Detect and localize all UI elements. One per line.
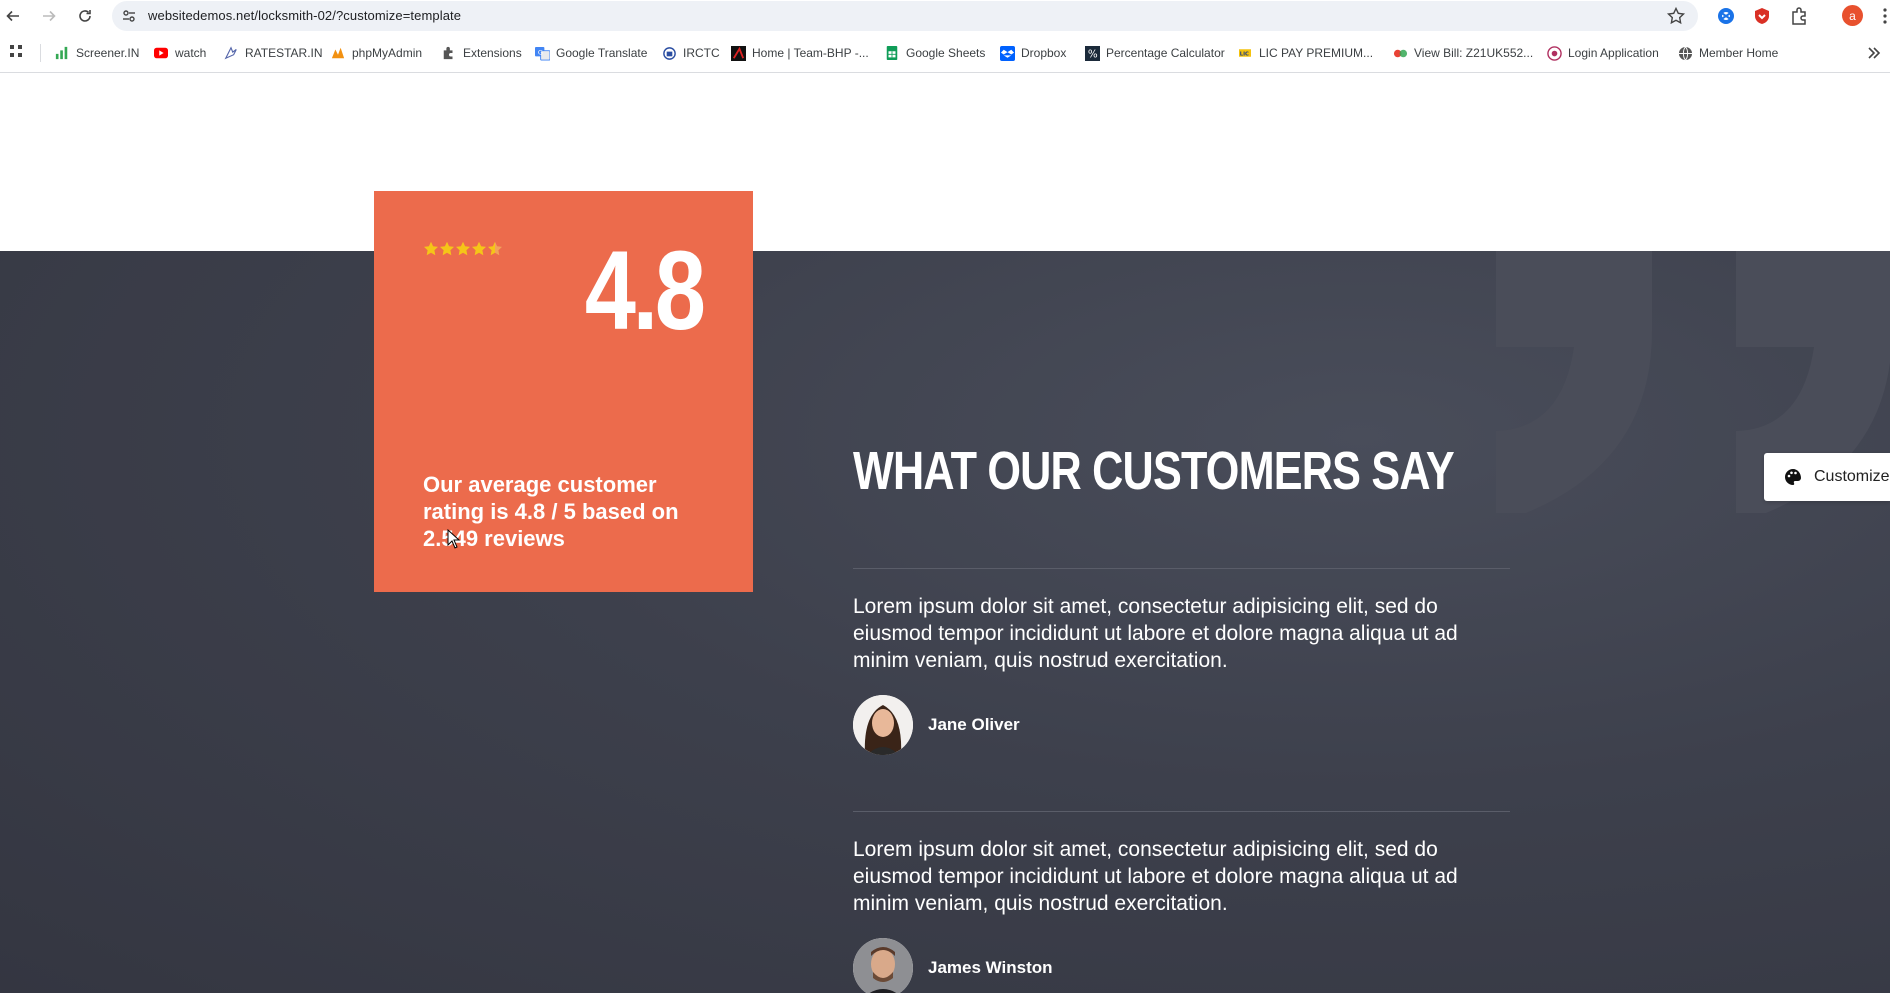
forward-icon[interactable] [37,4,61,28]
svg-text:LIC: LIC [1240,51,1249,57]
bookmark-label: Member Home [1699,46,1779,60]
bookmark-irctc[interactable]: IRCTC [661,44,720,62]
url-text[interactable]: websitedemos.net/locksmith-02/?customize… [148,8,461,23]
star-icon [455,241,471,257]
bookmark-label: RATESTAR.IN [245,46,323,60]
star-icon [423,241,439,257]
percent-icon: % [1084,45,1100,61]
bookmark-label: Percentage Calculator [1106,46,1225,60]
customize-button[interactable]: Customize [1764,453,1890,501]
star-icon [471,241,487,257]
lic-icon: LIC [1237,45,1253,61]
bookmark-label: LIC PAY PREMIUM... [1259,46,1374,60]
bookmark-label: Screener.IN [76,46,140,60]
bookmark-label: Google Sheets [906,46,986,60]
testimonial-quote: Lorem ipsum dolor sit amet, consectetur … [853,838,1458,915]
bookmark-lic-pay[interactable]: LIC LIC PAY PREMIUM... [1237,44,1373,62]
testimonial-quote: Lorem ipsum dolor sit amet, consectetur … [853,595,1458,672]
bookmark-phpmyadmin[interactable]: phpMyAdmin [330,44,422,62]
bookmark-extensions[interactable]: Extensions [441,44,522,62]
bookmark-ratestar[interactable]: RATESTAR.IN [223,44,323,62]
bookmarks-bar: Screener.IN watch RATESTAR.IN phpMyAdmin… [0,36,1890,73]
bookmark-label: IRCTC [683,46,720,60]
site-info-icon[interactable] [120,7,138,25]
svg-text:%: % [1087,48,1097,60]
teambhp-icon [730,45,746,61]
bar-chart-icon [54,45,70,61]
svg-text:G: G [537,48,542,56]
bookmark-label: phpMyAdmin [352,46,423,60]
ratestar-icon [223,45,239,61]
bookmark-label: watch [175,46,207,60]
bookmark-dropbox[interactable]: Dropbox [999,44,1066,62]
translate-icon: G [534,45,550,61]
avatar [853,695,913,755]
testimonial-author: James Winston [928,958,1053,977]
chevron-double-right-icon[interactable] [1866,46,1882,60]
star-icon [439,241,455,257]
extension-blue-icon[interactable] [1716,6,1736,26]
login-app-icon [1546,45,1562,61]
palette-icon [1784,468,1802,486]
section-title: WHAT OUR CUSTOMERS SAY [853,441,1455,501]
globe-icon [1677,45,1693,61]
bookmark-google-translate[interactable]: G Google Translate [534,44,647,62]
bookmark-label: Home | Team-BHP -... [752,46,869,60]
dropbox-icon [999,45,1015,61]
shield-extension-icon[interactable] [1752,6,1772,26]
rating-card: 4.8 Our average customer rating is 4.8 /… [374,191,753,592]
testimonial-author: Jane Oliver [928,715,1020,734]
testimonial-divider [853,568,1510,569]
bookmark-label: Dropbox [1021,46,1067,60]
kebab-menu-icon[interactable] [1880,7,1890,25]
bookmark-google-sheets[interactable]: Google Sheets [884,44,985,62]
avatar [853,938,913,993]
bookmark-label: Google Translate [556,46,648,60]
sheets-icon [884,45,900,61]
bookmark-percentage-calculator[interactable]: % Percentage Calculator [1084,44,1225,62]
reload-icon[interactable] [73,4,97,28]
bookmark-label: View Bill: Z21UK552... [1414,46,1534,60]
profile-avatar[interactable]: a [1842,5,1863,26]
star-rating [423,241,503,257]
puzzle-icon [441,45,457,61]
browser-toolbar: websitedemos.net/locksmith-02/?customize… [0,0,1890,32]
page-content: 4.8 Our average customer rating is 4.8 /… [0,73,1890,993]
testimonial-divider [853,811,1510,812]
star-icon [487,241,503,257]
apps-grid-icon[interactable] [9,44,25,60]
mouse-cursor-icon [447,529,461,549]
bookmark-watch[interactable]: watch [153,44,206,62]
back-icon[interactable] [1,4,25,28]
extensions-puzzle-icon[interactable] [1789,6,1809,26]
bookmark-label: Extensions [463,46,522,60]
bookmark-screener[interactable]: Screener.IN [54,44,139,62]
bookmark-login-application[interactable]: Login Application [1546,44,1659,62]
bill-icon [1392,45,1408,61]
bookmark-label: Login Application [1568,46,1659,60]
rating-value: 4.8 [585,228,706,353]
irctc-icon [661,45,677,61]
customize-label: Customize [1814,468,1890,485]
bookmarks-divider [40,44,41,62]
bookmark-star-icon[interactable] [1666,6,1686,26]
youtube-icon [153,45,169,61]
bookmark-member-home[interactable]: Member Home [1677,44,1778,62]
phpmyadmin-icon [330,45,346,61]
rating-description: Our average customer rating is 4.8 / 5 b… [423,472,679,551]
bookmark-view-bill[interactable]: View Bill: Z21UK552... [1392,44,1533,62]
bookmark-team-bhp[interactable]: Home | Team-BHP -... [730,44,869,62]
